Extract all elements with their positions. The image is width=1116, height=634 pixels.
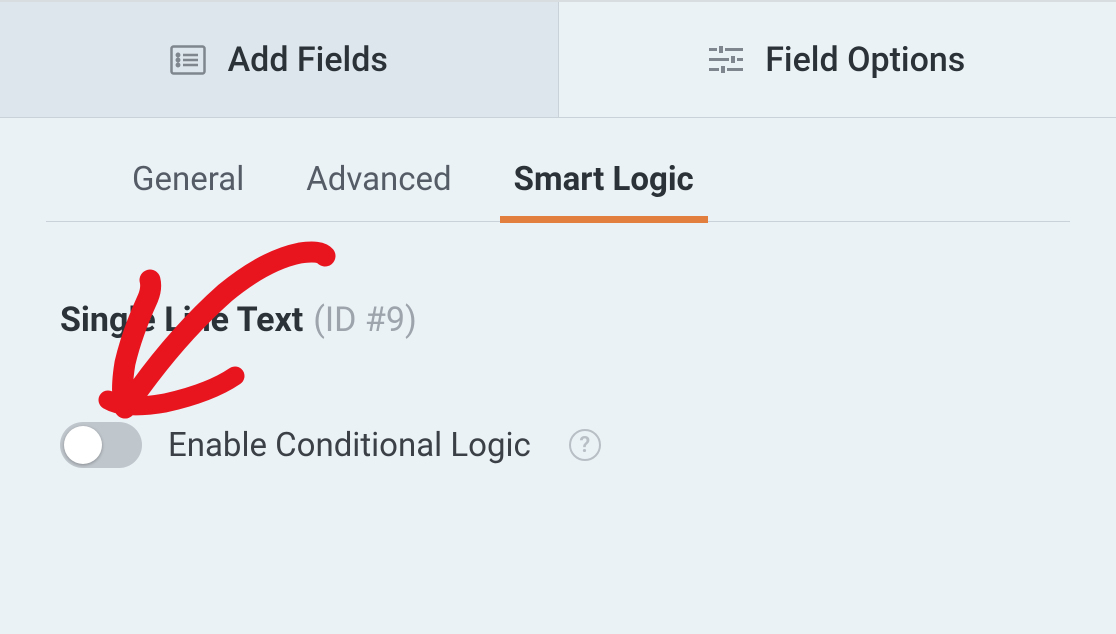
toggle-knob [64, 426, 102, 464]
tab-field-options-label: Field Options [765, 40, 965, 80]
tab-add-fields-label: Add Fields [228, 40, 388, 80]
sliders-icon [709, 45, 743, 75]
conditional-logic-row: Enable Conditional Logic ? [60, 422, 1056, 468]
tab-add-fields[interactable]: Add Fields [0, 2, 559, 117]
sub-tabs: General Advanced Smart Logic [46, 118, 1070, 222]
field-heading: Single Line Text (ID #9) [60, 300, 1056, 340]
field-id: (ID #9) [313, 300, 417, 340]
subtab-smart-logic[interactable]: Smart Logic [514, 160, 694, 221]
subtab-advanced[interactable]: Advanced [306, 160, 451, 221]
top-tabs: Add Fields Field Options [0, 2, 1116, 118]
panel-content: Single Line Text (ID #9) Enable Conditio… [0, 222, 1116, 468]
conditional-logic-toggle[interactable] [60, 422, 142, 468]
subtab-general[interactable]: General [132, 160, 244, 221]
list-icon [170, 45, 206, 75]
conditional-logic-label: Enable Conditional Logic [168, 426, 531, 465]
field-name: Single Line Text [60, 300, 303, 340]
tab-field-options[interactable]: Field Options [559, 2, 1116, 117]
help-icon[interactable]: ? [569, 429, 601, 461]
